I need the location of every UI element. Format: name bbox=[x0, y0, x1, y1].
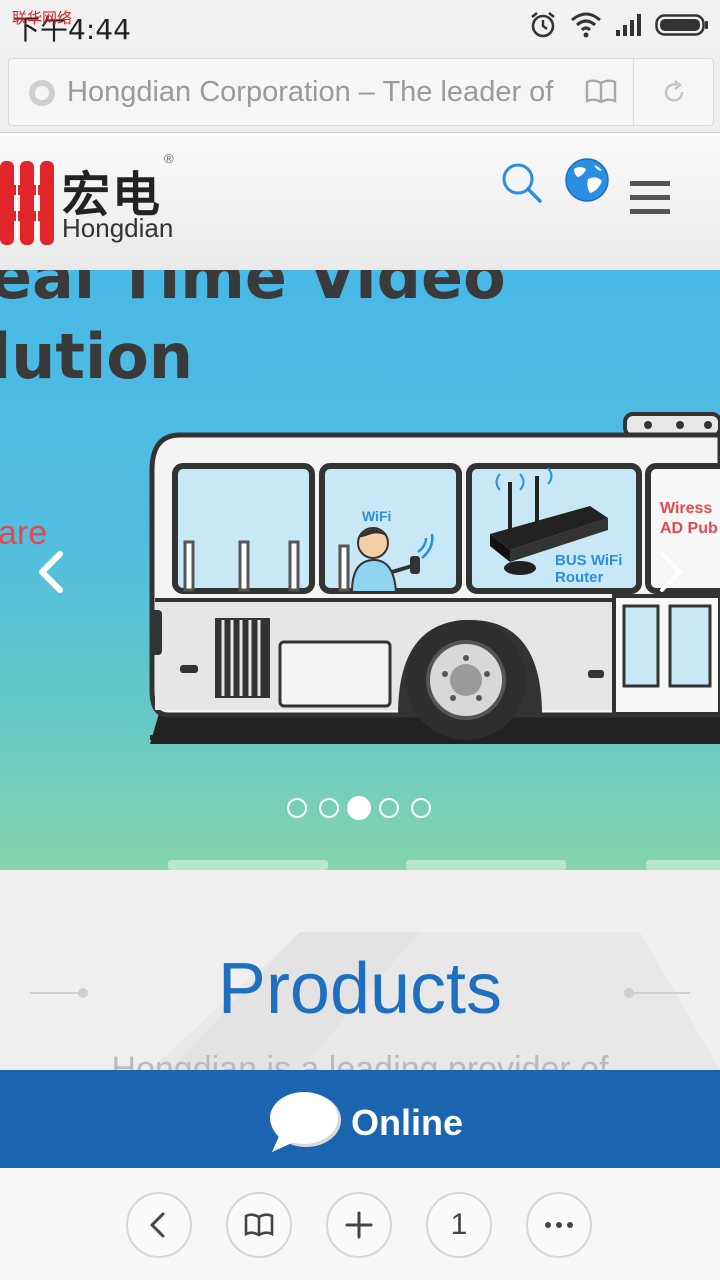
status-bar: 下午4:44 联华网络 bbox=[0, 0, 720, 50]
new-tab-button[interactable] bbox=[326, 1192, 392, 1258]
more-icon bbox=[545, 1222, 573, 1228]
alarm-icon bbox=[531, 11, 555, 38]
registered-mark: ® bbox=[164, 151, 174, 166]
logo-english-text: Hongdian bbox=[62, 213, 174, 243]
refresh-icon[interactable] bbox=[657, 77, 691, 107]
carousel-dot-1[interactable] bbox=[287, 798, 307, 818]
next-slide-arrow-icon[interactable] bbox=[650, 548, 690, 596]
online-label[interactable]: Online bbox=[351, 1102, 463, 1144]
router-label-2: Router bbox=[555, 569, 603, 586]
bookmarks-button[interactable] bbox=[226, 1192, 292, 1258]
carousel-dot-5[interactable] bbox=[411, 798, 431, 818]
bookmarks-icon bbox=[244, 1213, 274, 1237]
ad-panel-label-1: Wiress bbox=[660, 500, 712, 517]
browser-toolbar: 1 bbox=[0, 1168, 720, 1280]
url-divider bbox=[633, 59, 634, 125]
site-header: 宏电 ® Hongdian bbox=[0, 132, 720, 270]
carousel-dot-4[interactable] bbox=[379, 798, 399, 818]
bus-illustration: Wiress AD Pub WiFi BUS WiFi Router bbox=[149, 412, 720, 744]
carrier-label: 联华网络 bbox=[12, 10, 73, 27]
back-button[interactable] bbox=[126, 1192, 192, 1258]
tabs-button[interactable]: 1 bbox=[426, 1192, 492, 1258]
url-title[interactable]: Hongdian Corporation – The leader of bbox=[67, 76, 557, 109]
products-description: Hongdian is a leading provider of bbox=[111, 1050, 609, 1070]
signal-icon bbox=[616, 14, 641, 36]
hongdian-logo-icon[interactable] bbox=[0, 161, 54, 245]
hero-banner-carousel[interactable]: eal Time Video lution are Wiress AD Pub … bbox=[0, 270, 720, 870]
new-tab-icon bbox=[345, 1211, 373, 1239]
router-label-1: BUS WiFi bbox=[555, 552, 622, 569]
carousel-dot-3[interactable] bbox=[347, 796, 371, 820]
products-title: Products bbox=[217, 949, 503, 1029]
online-chat-bar[interactable]: Online bbox=[0, 1070, 720, 1168]
chat-bubble-icon bbox=[270, 1092, 341, 1152]
search-icon[interactable] bbox=[500, 161, 544, 205]
site-icon bbox=[29, 80, 55, 106]
more-button[interactable] bbox=[526, 1192, 592, 1258]
reader-mode-icon[interactable] bbox=[584, 77, 618, 107]
wifi-label: WiFi bbox=[362, 508, 391, 524]
battery-icon bbox=[655, 14, 708, 36]
ad-panel-label-2: AD Pub bbox=[660, 520, 718, 537]
prev-slide-arrow-icon[interactable] bbox=[32, 548, 72, 596]
menu-icon[interactable] bbox=[628, 179, 672, 217]
globe-icon[interactable] bbox=[564, 157, 610, 203]
wifi-icon bbox=[571, 12, 601, 38]
address-bar[interactable]: Hongdian Corporation – The leader of bbox=[8, 58, 714, 126]
carousel-dot-2[interactable] bbox=[319, 798, 339, 818]
banner-bottom-tabs bbox=[168, 860, 720, 870]
back-icon bbox=[150, 1212, 165, 1238]
products-section: Products Hongdian is a leading provider … bbox=[0, 870, 720, 1070]
tab-count: 1 bbox=[450, 1208, 468, 1241]
